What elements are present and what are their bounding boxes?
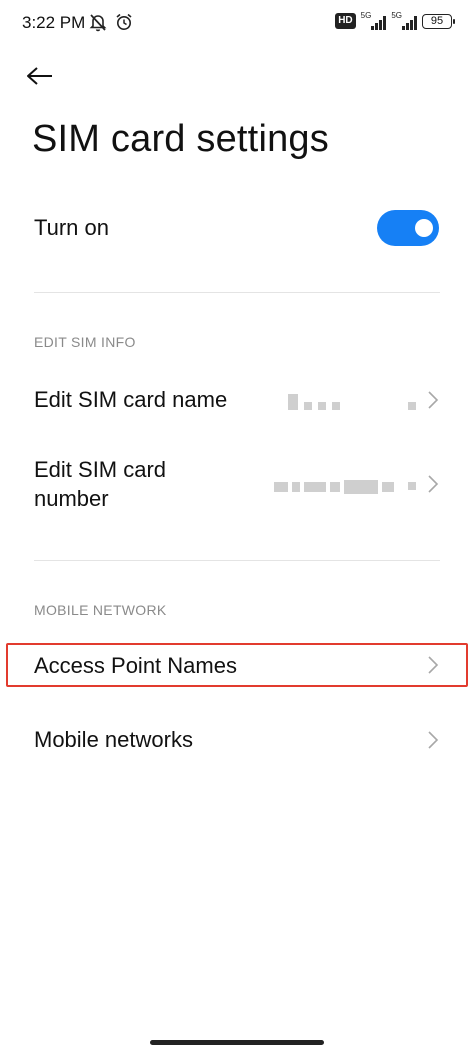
redacted-sim-name [288,394,340,410]
back-button[interactable] [26,58,70,94]
divider [34,292,440,293]
status-time: 3:22 PM [22,13,86,32]
toggle-knob [415,219,433,237]
turn-on-toggle[interactable] [377,210,439,246]
section-header-edit-sim-info: EDIT SIM INFO [34,334,136,350]
divider [34,560,440,561]
highlight-box [6,643,468,687]
mobile-networks-label: Mobile networks [34,727,193,752]
hd-voice-badge: HD [335,13,356,29]
edit-sim-card-name-label: Edit SIM card name [34,387,228,412]
page-title: SIM card settings [32,118,329,160]
turn-on-label: Turn on [34,215,110,240]
edit-sim-card-number-row[interactable]: Edit SIM card number [0,452,474,516]
home-indicator[interactable] [150,1040,324,1045]
edit-sim-card-name-row[interactable]: Edit SIM card name [0,374,474,426]
redacted-sim-name-end [408,402,416,410]
sim1-signal-icon: 5G [361,12,387,30]
muted-bell-icon [89,14,107,32]
chevron-right-icon [428,731,439,749]
alarm-clock-icon [116,13,132,30]
redacted-sim-number-end [408,482,416,490]
section-header-mobile-network: MOBILE NETWORK [34,602,167,618]
sim2-signal-icon: 5G [391,12,417,30]
chevron-right-icon [428,391,439,409]
battery-indicator: 95 [422,13,455,29]
redacted-sim-number [274,480,394,494]
status-bar: 3:22 PM HD 5G 5G 95 [0,0,474,44]
edit-sim-card-number-label: Edit SIM card number [34,457,167,511]
chevron-right-icon [428,475,439,493]
mobile-networks-row[interactable]: Mobile networks [0,714,474,766]
status-left-icons [88,12,134,32]
status-right-icons: HD 5G 5G 95 [335,12,455,30]
back-arrow-icon [27,67,52,85]
